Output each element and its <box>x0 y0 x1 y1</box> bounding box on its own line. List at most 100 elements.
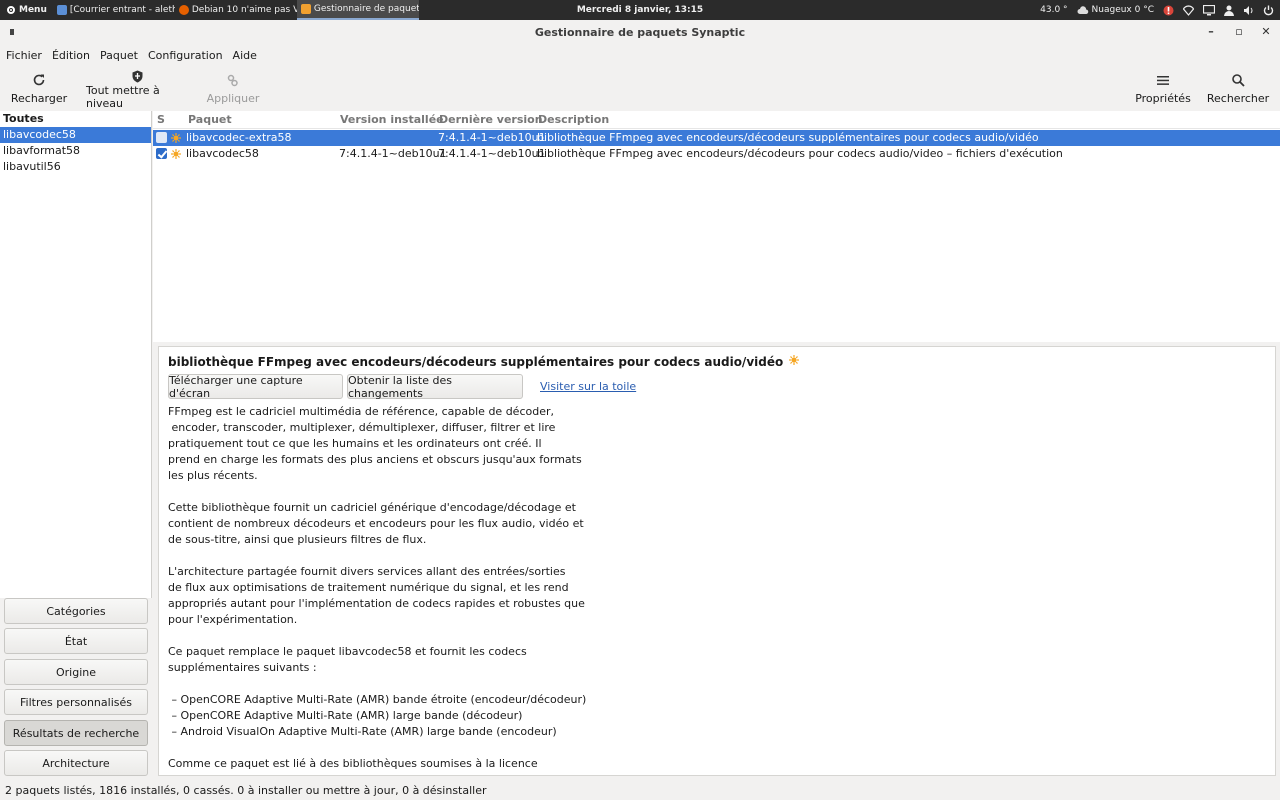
installed-version: 7:4.1.4-1~deb10u1 <box>339 147 447 160</box>
menu-button[interactable]: Menu <box>0 0 53 20</box>
status-button[interactable]: État <box>4 628 148 654</box>
apply-gears-icon <box>227 74 238 86</box>
properties-button[interactable]: Propriétés <box>1135 68 1191 110</box>
properties-icon <box>1157 75 1169 85</box>
menu-fichier[interactable]: Fichier <box>6 49 48 62</box>
package-details: bibliothèque FFmpeg avec encodeurs/décod… <box>158 346 1276 776</box>
temperature-readout[interactable]: 43.0 ° <box>1040 5 1067 15</box>
description-line: pratiquement tout ce que les humains et … <box>168 437 542 450</box>
description-line: contient de nombreux décodeurs et encode… <box>168 517 584 530</box>
column-installed-version[interactable]: Version installée <box>340 113 444 126</box>
package-description: bibliothèque FFmpeg avec encodeurs/décod… <box>537 131 1039 144</box>
package-row[interactable]: libavcodec58 7:4.1.4-1~deb10u1 7:4.1.4-1… <box>153 146 1280 162</box>
description-line: – OpenCORE Adaptive Multi-Rate (AMR) lar… <box>168 709 523 722</box>
user-icon[interactable] <box>1224 5 1234 16</box>
column-latest-version[interactable]: Dernière version <box>439 113 543 126</box>
network-icon[interactable] <box>1183 4 1194 16</box>
description-line: de sous-titre, ainsi que plusieurs filtr… <box>168 533 427 546</box>
menu-edition[interactable]: Édition <box>52 49 96 62</box>
description-line: FFmpeg est le cadriciel multimédia de ré… <box>168 405 554 418</box>
toolbar: Recharger Tout mettre à niveau Appliquer… <box>0 68 1280 110</box>
supported-badge-icon <box>171 133 181 143</box>
reload-button[interactable]: Recharger <box>10 68 68 110</box>
reload-label: Recharger <box>10 92 68 105</box>
visit-website-link[interactable]: Visiter sur la toile <box>540 380 636 393</box>
column-status[interactable]: S <box>157 113 165 126</box>
description-line: de flux aux optimisations de traitement … <box>168 581 569 594</box>
package-checkbox[interactable] <box>156 132 167 143</box>
gear-icon <box>7 6 15 14</box>
column-package[interactable]: Paquet <box>188 113 232 126</box>
origin-button[interactable]: Origine <box>4 659 148 685</box>
taskbar-item-synaptic[interactable]: Gestionnaire de paquet... <box>296 0 419 20</box>
window-title: Gestionnaire de paquets Synaptic <box>534 26 746 39</box>
clock[interactable]: Mercredi 8 janvier, 13:15 <box>560 5 720 15</box>
package-name: libavcodec58 <box>186 147 259 160</box>
weather-applet[interactable]: Nuageux 0 °C <box>1077 5 1154 15</box>
upgrade-all-button[interactable]: Tout mettre à niveau <box>86 68 188 110</box>
menu-label: Menu <box>19 5 47 15</box>
minimize-button[interactable]: – <box>1204 25 1218 38</box>
menubar: Fichier Édition Paquet Configuration Aid… <box>0 45 1280 65</box>
system-tray: 43.0 ° Nuageux 0 °C <box>1040 0 1274 20</box>
sidebar-item-libavformat58[interactable]: libavformat58 <box>0 143 151 159</box>
description-line: supplémentaires suivants : <box>168 661 317 674</box>
latest-version: 7:4.1.4-1~deb10u1 <box>438 131 546 144</box>
shield-icon <box>132 70 142 82</box>
supported-badge-icon <box>171 149 181 159</box>
description-line: prend en charge les formats des plus anc… <box>168 453 582 466</box>
package-checkbox[interactable] <box>156 148 167 159</box>
details-title: bibliothèque FFmpeg avec encodeurs/décod… <box>168 355 800 369</box>
description-line: – OpenCORE Adaptive Multi-Rate (AMR) ban… <box>168 693 587 706</box>
window-titlebar[interactable]: Gestionnaire de paquets Synaptic – ▫ ✕ <box>0 20 1280 45</box>
maximize-button[interactable]: ▫ <box>1232 25 1246 38</box>
taskbar-item-firefox[interactable]: Debian 10 n'aime pas V... <box>175 0 297 20</box>
supported-badge-icon <box>789 355 800 365</box>
description-line: les plus récents. <box>168 469 258 482</box>
get-changelog-button[interactable]: Obtenir la liste des changements <box>347 374 523 400</box>
upgrade-all-label: Tout mettre à niveau <box>86 84 160 110</box>
package-description: bibliothèque FFmpeg avec encodeurs/décod… <box>537 147 1063 160</box>
reload-icon <box>33 74 45 86</box>
categories-button[interactable]: Catégories <box>4 598 148 624</box>
custom-filters-button[interactable]: Filtres personnalisés <box>4 689 148 715</box>
taskbar-item-mail[interactable]: [Courrier entrant - aleth... <box>53 0 175 20</box>
search-results-button[interactable]: Résultats de recherche <box>4 720 148 746</box>
menu-configuration[interactable]: Configuration <box>148 49 229 62</box>
display-icon[interactable] <box>1203 4 1215 16</box>
download-screenshot-button[interactable]: Télécharger une capture d'écran <box>168 374 343 400</box>
description-line: encoder, transcoder, multiplexer, démult… <box>168 421 556 434</box>
description-line: Cette bibliothèque fournit un cadriciel … <box>168 501 576 514</box>
properties-label: Propriétés <box>1135 92 1191 105</box>
latest-version: 7:4.1.4-1~deb10u1 <box>438 147 546 160</box>
apply-button[interactable]: Appliquer <box>206 68 260 110</box>
weather-label: Nuageux 0 °C <box>1091 5 1154 15</box>
firefox-icon <box>178 5 189 15</box>
sidebar-item-libavcodec58[interactable]: libavcodec58 <box>0 127 151 143</box>
column-description[interactable]: Description <box>538 113 609 126</box>
close-button[interactable]: ✕ <box>1259 25 1273 38</box>
task-label: Gestionnaire de paquet... <box>313 4 419 14</box>
volume-icon[interactable] <box>1243 5 1254 16</box>
search-button[interactable]: Rechercher <box>1207 68 1269 110</box>
package-list: S Paquet Version installée Dernière vers… <box>153 111 1280 342</box>
update-icon[interactable] <box>1163 5 1174 16</box>
details-title-text: bibliothèque FFmpeg avec encodeurs/décod… <box>168 355 784 369</box>
menu-paquet[interactable]: Paquet <box>100 49 144 62</box>
window-pin-icon[interactable] <box>10 29 14 35</box>
mail-icon <box>56 5 67 15</box>
search-icon <box>1231 73 1245 87</box>
menu-aide[interactable]: Aide <box>233 49 263 62</box>
package-list-header: S Paquet Version installée Dernière vers… <box>153 111 1280 129</box>
description-line: appropriés autant pour l'implémentation … <box>168 597 585 610</box>
power-icon[interactable] <box>1263 5 1274 16</box>
architecture-button[interactable]: Architecture <box>4 750 148 776</box>
sidebar-item-libavutil56[interactable]: libavutil56 <box>0 159 151 175</box>
description-line: Ce paquet remplace le paquet libavcodec5… <box>168 645 527 658</box>
synaptic-icon <box>300 4 311 14</box>
description-line: Comme ce paquet est lié à des bibliothèq… <box>168 757 538 770</box>
package-row[interactable]: libavcodec-extra58 7:4.1.4-1~deb10u1 bib… <box>153 130 1280 146</box>
apply-label: Appliquer <box>206 92 260 105</box>
sidebar-header[interactable]: Toutes <box>0 111 151 127</box>
status-bar: 2 paquets listés, 1816 installés, 0 cass… <box>5 784 487 797</box>
